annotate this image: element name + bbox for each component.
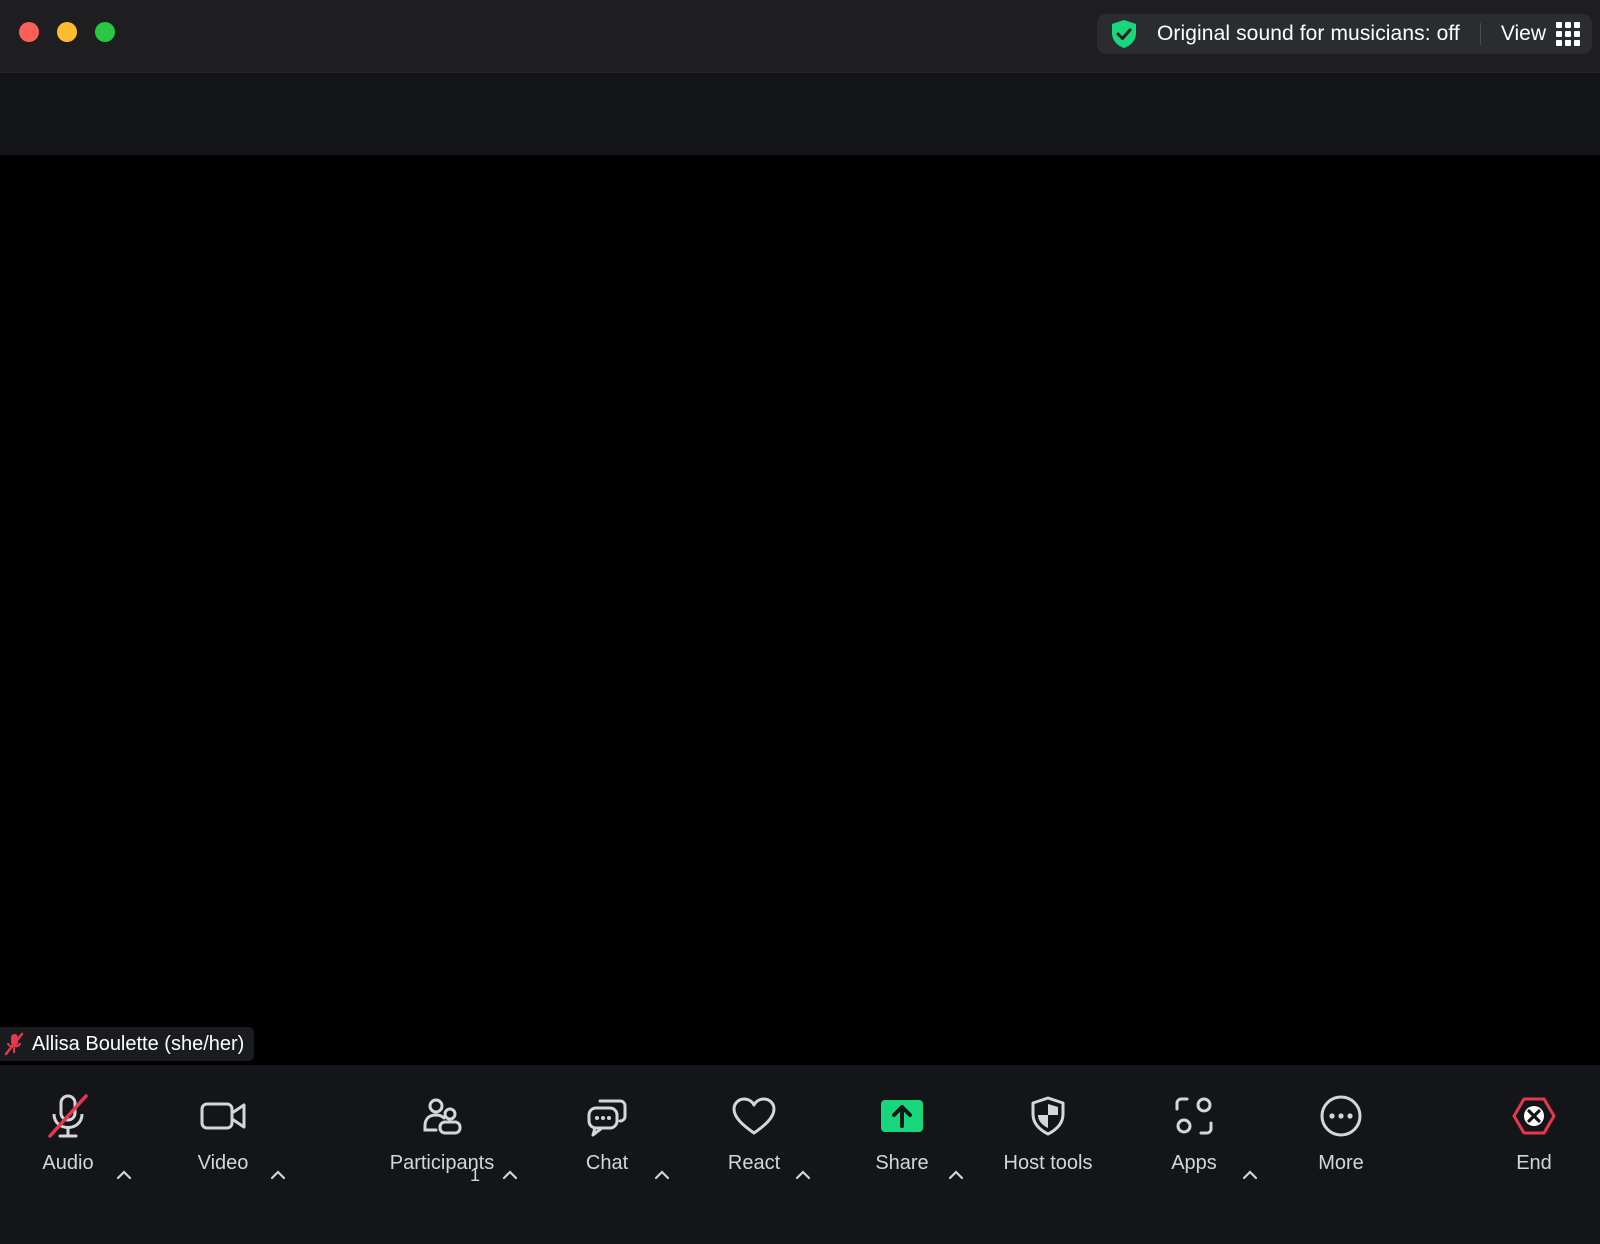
audio-label: Audio	[42, 1152, 94, 1174]
end-x-icon	[1512, 1088, 1556, 1144]
participant-name-tag: Allisa Boulette (she/her)	[0, 1027, 255, 1061]
chat-icon	[586, 1088, 628, 1144]
participants-button[interactable]: Participants	[382, 1088, 502, 1175]
title-bar: Original sound for musicians: off View	[0, 0, 1600, 73]
chevron-up-icon	[270, 1170, 286, 1180]
apps-button[interactable]: Apps	[1162, 1088, 1226, 1175]
chat-button[interactable]: Chat	[576, 1088, 638, 1175]
shield-icon	[1030, 1088, 1066, 1144]
chevron-up-icon	[502, 1170, 518, 1180]
share-options-chevron[interactable]	[946, 1165, 966, 1185]
close-window-button[interactable]	[19, 22, 39, 42]
video-label: Video	[197, 1152, 249, 1174]
heart-icon	[731, 1088, 777, 1144]
chevron-up-icon	[795, 1170, 811, 1180]
top-status-pill: Original sound for musicians: off View	[1096, 14, 1592, 54]
apps-icon	[1173, 1088, 1215, 1144]
chevron-up-icon	[1242, 1170, 1258, 1180]
participants-count: 1	[470, 1165, 481, 1185]
participants-icon	[422, 1088, 462, 1144]
chevron-up-icon	[948, 1170, 964, 1180]
audio-button[interactable]: Audio	[36, 1088, 100, 1175]
share-button[interactable]: Share	[870, 1088, 934, 1175]
video-options-chevron[interactable]	[268, 1165, 288, 1185]
camera-icon	[200, 1088, 246, 1144]
video-button[interactable]: Video	[188, 1088, 258, 1175]
host-tools-label: Host tools	[1003, 1152, 1093, 1174]
share-label: Share	[875, 1152, 929, 1174]
mic-off-icon	[44, 1088, 92, 1144]
host-tools-button[interactable]: Host tools	[996, 1088, 1100, 1175]
react-label: React	[727, 1152, 781, 1174]
more-button[interactable]: More	[1310, 1088, 1372, 1175]
apps-label: Apps	[1171, 1152, 1217, 1174]
zoom-window-button[interactable]	[95, 22, 115, 42]
react-options-chevron[interactable]	[793, 1165, 813, 1185]
zoom-meeting-window: Original sound for musicians: off View A…	[0, 0, 1600, 1244]
mic-muted-icon	[4, 1032, 24, 1056]
chat-label: Chat	[585, 1152, 629, 1174]
participant-name: Allisa Boulette (she/her)	[32, 1032, 245, 1055]
more-dots-icon	[1319, 1088, 1363, 1144]
more-label: More	[1318, 1152, 1364, 1174]
apps-options-chevron[interactable]	[1240, 1165, 1260, 1185]
original-sound-toggle[interactable]: Original sound for musicians: off	[1157, 22, 1460, 46]
chevron-up-icon	[654, 1170, 670, 1180]
chat-options-chevron[interactable]	[652, 1165, 672, 1185]
share-up-arrow-icon	[880, 1088, 924, 1144]
view-button[interactable]: View	[1501, 22, 1546, 46]
end-meeting-button[interactable]: End	[1506, 1088, 1562, 1175]
end-label: End	[1516, 1152, 1552, 1174]
audio-options-chevron[interactable]	[114, 1165, 134, 1185]
grid-icon[interactable]	[1556, 22, 1580, 46]
minimize-window-button[interactable]	[57, 22, 77, 42]
video-stage	[0, 155, 1600, 1065]
react-button[interactable]: React	[722, 1088, 786, 1175]
participants-options-chevron[interactable]	[500, 1165, 520, 1185]
shield-check-icon[interactable]	[1109, 19, 1139, 49]
chevron-up-icon	[116, 1170, 132, 1180]
pill-divider	[1479, 23, 1481, 45]
